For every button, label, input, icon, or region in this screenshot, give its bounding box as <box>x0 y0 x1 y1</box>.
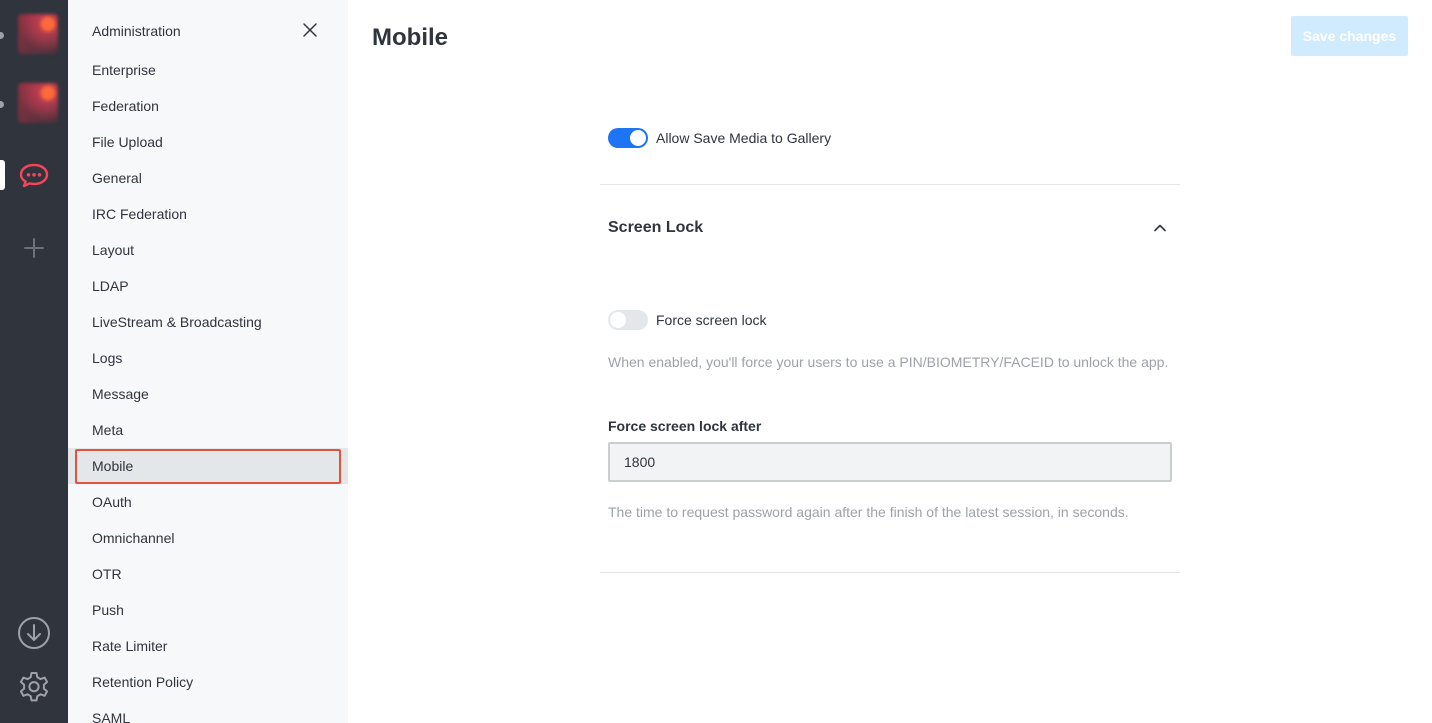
server-avatar[interactable] <box>18 14 58 54</box>
sidebar-item-federation[interactable]: Federation <box>68 88 348 124</box>
allow-save-media-label: Allow Save Media to Gallery <box>656 130 832 146</box>
screen-lock-section-title[interactable]: Screen Lock <box>608 219 703 237</box>
sidebar-item-file-upload[interactable]: File Upload <box>68 124 348 160</box>
force-screen-lock-toggle[interactable] <box>608 310 648 330</box>
chevron-up-icon[interactable] <box>1152 220 1168 236</box>
lock-after-label: Force screen lock after <box>608 418 762 434</box>
sidebar-item-rate-limiter[interactable]: Rate Limiter <box>68 628 348 664</box>
sidebar-item-message[interactable]: Message <box>68 376 348 412</box>
active-server-indicator <box>0 160 5 190</box>
unread-dot <box>0 32 4 39</box>
lock-after-hint: The time to request password again after… <box>608 504 1129 520</box>
lock-after-input[interactable] <box>608 442 1172 482</box>
force-screen-lock-hint: When enabled, you'll force your users to… <box>608 354 1169 370</box>
close-icon[interactable] <box>302 22 318 38</box>
toggle-knob <box>630 130 646 146</box>
sidebar-item-oauth[interactable]: OAuth <box>68 484 348 520</box>
force-screen-lock-label: Force screen lock <box>656 312 767 328</box>
sidebar-item-general[interactable]: General <box>68 160 348 196</box>
settings-main: Mobile Save changes Allow Save Media to … <box>348 0 1432 723</box>
gear-icon[interactable] <box>17 670 51 704</box>
page-title: Mobile <box>372 24 448 51</box>
download-icon[interactable] <box>17 616 51 650</box>
server-rail <box>0 0 68 723</box>
sidebar-item-enterprise[interactable]: Enterprise <box>68 52 348 88</box>
save-changes-button[interactable]: Save changes <box>1291 16 1408 56</box>
rocket-chat-icon[interactable] <box>18 159 50 191</box>
sidebar-item-saml[interactable]: SAML <box>68 700 348 723</box>
sidebar-item-omnichannel[interactable]: Omnichannel <box>68 520 348 556</box>
sidebar-item-ldap[interactable]: LDAP <box>68 268 348 304</box>
section-divider <box>600 184 1180 185</box>
sidebar-title: Administration <box>92 23 181 39</box>
sidebar-item-irc-federation[interactable]: IRC Federation <box>68 196 348 232</box>
toggle-knob <box>610 312 626 328</box>
allow-save-media-toggle[interactable] <box>608 128 648 148</box>
unread-dot <box>0 101 4 108</box>
sidebar-item-livestream[interactable]: LiveStream & Broadcasting <box>68 304 348 340</box>
sidebar-item-mobile[interactable]: Mobile <box>68 448 348 484</box>
section-divider <box>600 572 1180 573</box>
plus-icon[interactable] <box>22 236 46 260</box>
sidebar-item-push[interactable]: Push <box>68 592 348 628</box>
sidebar-item-meta[interactable]: Meta <box>68 412 348 448</box>
admin-menu: Enterprise Federation File Upload Genera… <box>68 52 348 723</box>
sidebar-item-retention-policy[interactable]: Retention Policy <box>68 664 348 700</box>
server-avatar[interactable] <box>18 83 58 123</box>
sidebar-item-layout[interactable]: Layout <box>68 232 348 268</box>
sidebar-item-logs[interactable]: Logs <box>68 340 348 376</box>
sidebar-item-otr[interactable]: OTR <box>68 556 348 592</box>
admin-sidebar: Administration Enterprise Federation Fil… <box>68 0 348 723</box>
